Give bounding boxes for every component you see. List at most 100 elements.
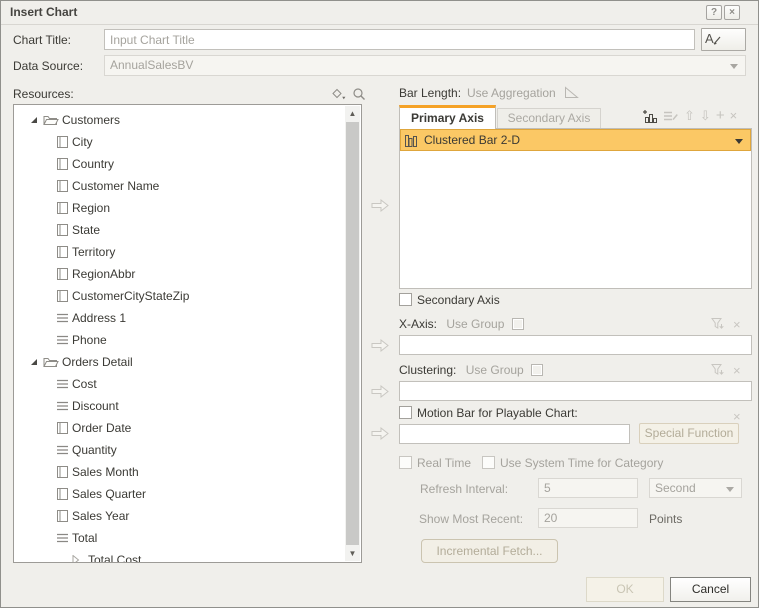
move-to-motion-arrow-icon[interactable]: [371, 426, 389, 441]
aggregation-icon: [564, 86, 579, 99]
scrollbar-thumb[interactable]: [346, 122, 359, 545]
column-field-icon: [56, 421, 69, 435]
tree-item-label: Region: [72, 201, 110, 215]
clustering-use-group-label: Use Group: [466, 363, 524, 377]
help-button[interactable]: ?: [706, 5, 722, 20]
close-button[interactable]: ×: [724, 5, 740, 20]
expand-toggle[interactable]: [30, 358, 40, 367]
tree-item-sales-year[interactable]: Sales Year: [56, 505, 361, 527]
move-to-series-arrow-icon[interactable]: [371, 198, 389, 213]
motion-bar-input[interactable]: [399, 424, 630, 444]
scroll-down-icon[interactable]: ▼: [345, 546, 360, 561]
tree-item-label: Sales Quarter: [72, 487, 146, 501]
column-field-icon: [56, 135, 69, 149]
tree-item-regionabbr[interactable]: RegionAbbr: [56, 263, 361, 285]
move-to-xaxis-arrow-icon[interactable]: [371, 338, 389, 353]
folder-icon: [43, 113, 59, 127]
sort-icon[interactable]: [331, 88, 348, 102]
tree-item-customercitystatezip[interactable]: CustomerCityStateZip: [56, 285, 361, 307]
real-time-checkbox[interactable]: [399, 456, 412, 469]
tree-item-sales-quarter[interactable]: Sales Quarter: [56, 483, 361, 505]
tree-item-label: Sales Month: [72, 465, 139, 479]
insert-chart-dialog: Insert Chart ? × Chart Title: A Data Sou…: [0, 0, 759, 608]
font-az-icon: A: [702, 29, 724, 48]
expand-toggle[interactable]: [30, 116, 40, 125]
measure-field-icon: [56, 378, 69, 390]
column-field-icon: [56, 223, 69, 237]
clustering-filter-icon[interactable]: [711, 363, 725, 376]
tree-item-quantity[interactable]: Quantity: [56, 439, 361, 461]
use-system-time-label: Use System Time for Category: [500, 456, 663, 470]
tree-item-label: Orders Detail: [62, 355, 133, 369]
remove-icon[interactable]: ×: [730, 108, 738, 124]
folder-icon: [43, 355, 59, 369]
tab-primary-axis[interactable]: Primary Axis: [399, 105, 496, 129]
expand-toggle[interactable]: [72, 555, 82, 563]
tree-item-label: Quantity: [72, 443, 117, 457]
edit-series-icon[interactable]: [663, 109, 679, 123]
motion-bar-checkbox[interactable]: [399, 406, 412, 419]
tree-item-phone[interactable]: Phone: [56, 329, 361, 351]
tree-item-cost[interactable]: Cost: [56, 373, 361, 395]
xaxis-use-group-checkbox[interactable]: [512, 318, 524, 330]
column-field-icon: [56, 179, 69, 193]
special-function-button[interactable]: Special Function: [639, 423, 739, 444]
use-system-time-checkbox[interactable]: [482, 456, 495, 469]
tree-item-country[interactable]: Country: [56, 153, 361, 175]
show-most-recent-input[interactable]: [538, 508, 638, 528]
tree-item-discount[interactable]: Discount: [56, 395, 361, 417]
tree-item-label: State: [72, 223, 100, 237]
tree-item-customer-name[interactable]: Customer Name: [56, 175, 361, 197]
move-up-icon[interactable]: ⇧: [684, 108, 695, 124]
tree-item-order-date[interactable]: Order Date: [56, 417, 361, 439]
ok-button[interactable]: OK: [586, 577, 664, 602]
tree-item-sales-month[interactable]: Sales Month: [56, 461, 361, 483]
scroll-up-icon[interactable]: ▲: [345, 106, 360, 121]
font-button[interactable]: A: [701, 28, 746, 51]
tree-item-city[interactable]: City: [56, 131, 361, 153]
tree-item-state[interactable]: State: [56, 219, 361, 241]
series-item-selected[interactable]: Clustered Bar 2-D: [400, 129, 751, 151]
data-source-combo[interactable]: AnnualSalesBV: [104, 55, 746, 76]
column-field-icon: [56, 157, 69, 171]
tree-item-total[interactable]: Total: [56, 527, 361, 549]
tree-item-region[interactable]: Region: [56, 197, 361, 219]
tree-item-label: Address 1: [72, 311, 126, 325]
tree-item-label: Sales Year: [72, 509, 129, 523]
xaxis-input[interactable]: [399, 335, 752, 355]
move-down-icon[interactable]: ⇩: [700, 108, 711, 124]
tree-item-label: Discount: [72, 399, 119, 413]
refresh-unit-combo[interactable]: Second: [649, 478, 742, 498]
clustering-clear-icon[interactable]: ×: [733, 364, 741, 377]
tree-item-total-cost[interactable]: Total Cost: [72, 549, 361, 563]
measure-field-icon: [56, 312, 69, 324]
motion-bar-label: Motion Bar for Playable Chart:: [417, 406, 578, 420]
tree-item-label: Country: [72, 157, 114, 171]
cancel-button[interactable]: Cancel: [670, 577, 751, 602]
xaxis-clear-icon[interactable]: ×: [733, 318, 741, 331]
search-icon[interactable]: [352, 87, 366, 102]
add-icon[interactable]: +: [716, 108, 725, 124]
clustering-label: Clustering: Use Group: [399, 363, 543, 377]
clustering-use-group-checkbox[interactable]: [531, 364, 543, 376]
tree-item-address-1[interactable]: Address 1: [56, 307, 361, 329]
motion-clear-icon[interactable]: ×: [733, 410, 741, 423]
chart-title-input[interactable]: [104, 29, 695, 50]
clustering-input[interactable]: [399, 381, 752, 401]
tab-secondary-axis[interactable]: Secondary Axis: [497, 108, 601, 129]
xaxis-label-text: X-Axis:: [399, 317, 437, 331]
add-series-chart-icon[interactable]: [642, 109, 658, 124]
tree-item-customers[interactable]: Customers: [30, 109, 361, 131]
incremental-fetch-button[interactable]: Incremental Fetch...: [421, 539, 558, 563]
tree-scrollbar[interactable]: ▲ ▼: [345, 106, 360, 561]
tree-item-orders-detail[interactable]: Orders Detail: [30, 351, 361, 373]
column-field-icon: [56, 245, 69, 259]
refresh-interval-input[interactable]: [538, 478, 638, 498]
column-field-icon: [56, 487, 69, 501]
tree-item-territory[interactable]: Territory: [56, 241, 361, 263]
secondary-axis-checkbox[interactable]: [399, 293, 412, 306]
move-to-clustering-arrow-icon[interactable]: [371, 384, 389, 399]
tree-rows: CustomersCity Country Customer Name Region S…: [14, 109, 361, 563]
xaxis-filter-icon[interactable]: [711, 317, 725, 330]
refresh-interval-label: Refresh Interval:: [420, 482, 508, 496]
